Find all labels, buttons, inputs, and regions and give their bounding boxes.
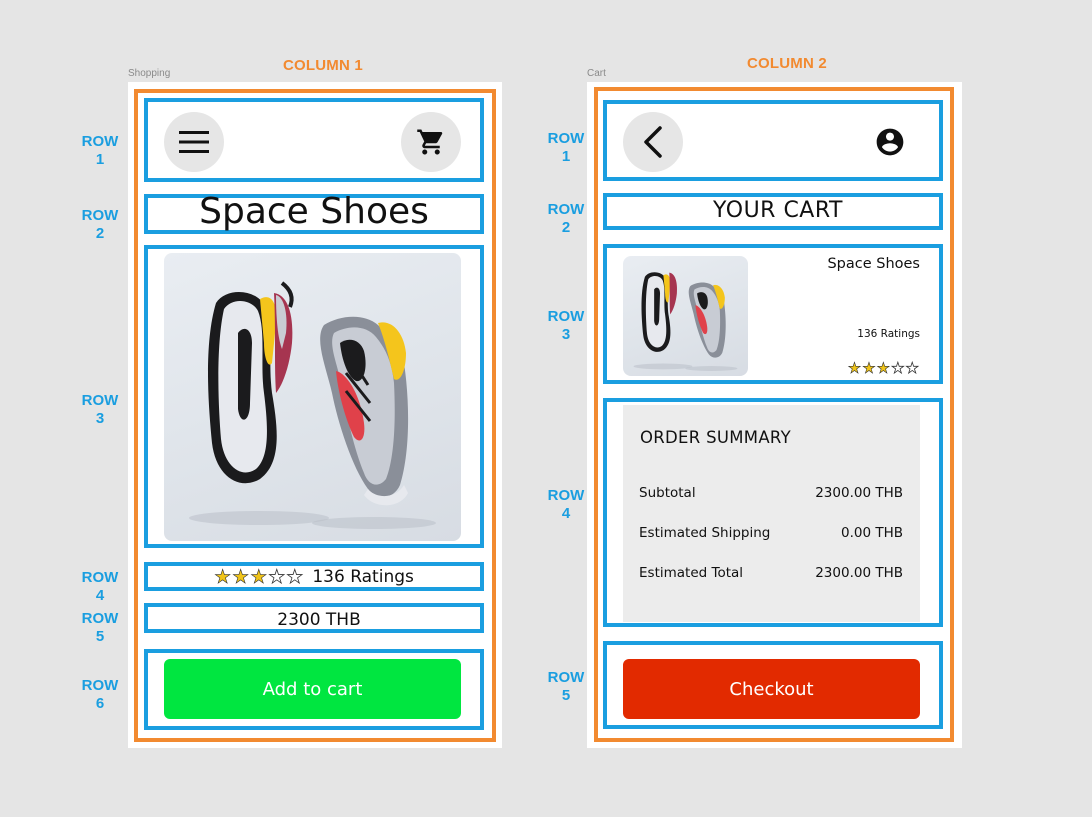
row-label: ROW 5 xyxy=(547,669,585,704)
row-label: ROW 4 xyxy=(547,487,585,522)
cart-title: YOUR CART xyxy=(713,198,843,223)
star-filled-icon: ★ xyxy=(250,565,269,588)
star-empty-icon: ★ xyxy=(891,359,906,378)
order-summary-heading: ORDER SUMMARY xyxy=(640,428,791,447)
star-rating: ★★★★★ xyxy=(214,565,305,588)
product-price: 2300 THB xyxy=(277,610,361,630)
rating-group: ★★★★★ 136 Ratings xyxy=(148,564,480,589)
shoes-illustration xyxy=(189,281,436,529)
column-2-label: COLUMN 2 xyxy=(747,55,827,72)
cart-button[interactable] xyxy=(401,112,461,172)
account-circle-icon xyxy=(876,128,904,156)
summary-label: Subtotal xyxy=(639,485,696,501)
star-filled-icon: ★ xyxy=(847,359,863,378)
shoes-thumbnail xyxy=(633,272,738,371)
add-to-cart-button[interactable]: Add to cart xyxy=(164,659,461,719)
summary-value: 2300.00 THB xyxy=(815,485,903,501)
product-title: Space Shoes xyxy=(199,191,429,232)
shopping-frame-label: Shopping xyxy=(128,68,171,79)
row-label: ROW 3 xyxy=(81,392,119,427)
chevron-left-icon xyxy=(644,126,662,158)
row-label: ROW 2 xyxy=(547,201,585,236)
star-filled-icon: ★ xyxy=(232,565,251,588)
row-label: ROW 1 xyxy=(547,130,585,165)
shopping-cart-icon xyxy=(417,129,443,155)
hamburger-menu-icon xyxy=(179,131,209,153)
star-empty-icon: ★ xyxy=(268,565,287,588)
summary-label: Estimated Shipping xyxy=(639,525,771,541)
cart-item-image xyxy=(623,256,748,376)
row-label: ROW 2 xyxy=(81,207,119,242)
row-label: ROW 4 xyxy=(81,569,119,604)
product-image xyxy=(164,253,461,541)
menu-button[interactable] xyxy=(164,112,224,172)
cart-frame-label: Cart xyxy=(587,68,606,79)
star-filled-icon: ★ xyxy=(876,359,892,378)
account-button[interactable] xyxy=(874,126,906,158)
row-label: ROW 6 xyxy=(81,677,119,712)
back-button[interactable] xyxy=(623,112,683,172)
row-label: ROW 3 xyxy=(547,308,585,343)
summary-row-subtotal: Subtotal 2300.00 THB xyxy=(639,485,903,501)
cart-item-star-rating: ★★★★★ xyxy=(800,359,920,378)
summary-value: 2300.00 THB xyxy=(815,565,903,581)
ratings-count: 136 Ratings xyxy=(312,566,414,587)
cart-item-name: Space Shoes xyxy=(827,256,920,272)
star-filled-icon: ★ xyxy=(214,565,233,588)
row-label: ROW 1 xyxy=(81,133,119,168)
cart-item-ratings: 136 Ratings xyxy=(857,328,920,340)
column-1-label: COLUMN 1 xyxy=(283,57,363,74)
star-empty-icon: ★ xyxy=(286,565,305,588)
checkout-button[interactable]: Checkout xyxy=(623,659,920,719)
summary-row-shipping: Estimated Shipping 0.00 THB xyxy=(639,525,903,541)
summary-row-total: Estimated Total 2300.00 THB xyxy=(639,565,903,581)
row-label: ROW 5 xyxy=(81,610,119,645)
summary-label: Estimated Total xyxy=(639,565,744,581)
star-filled-icon: ★ xyxy=(862,359,877,378)
star-empty-icon: ★ xyxy=(905,359,920,378)
summary-value: 0.00 THB xyxy=(840,525,903,541)
